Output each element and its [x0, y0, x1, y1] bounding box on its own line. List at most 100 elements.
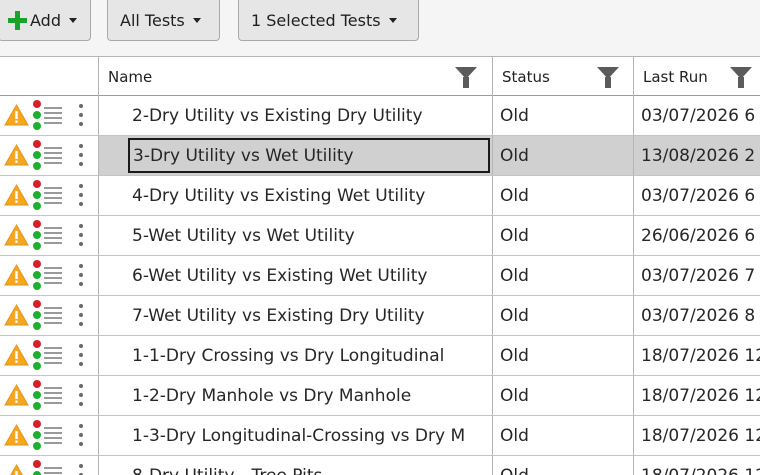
test-name-editor[interactable]: 3-Dry Utility vs Wet Utility	[128, 138, 490, 173]
table-row[interactable]: 8-Dry Utility - Tree Pits Old 18/07/2026…	[0, 456, 760, 475]
table-row[interactable]: 2-Dry Utility vs Existing Dry Utility Ol…	[0, 96, 760, 136]
more-options-icon[interactable]	[79, 104, 84, 128]
selected-tests-dropdown[interactable]: 1 Selected Tests	[238, 0, 419, 41]
status-column-header[interactable]: Status	[493, 57, 634, 96]
last-run-cell: 18/07/2026 12	[641, 425, 760, 446]
status-cell: Old	[493, 376, 634, 415]
warning-icon	[4, 144, 29, 166]
filter-icon[interactable]	[730, 67, 752, 89]
warning-icon	[4, 384, 29, 406]
table-row[interactable]: 4-Dry Utility vs Existing Wet Utility Ol…	[0, 176, 760, 216]
status-cell: Old	[493, 416, 634, 455]
more-options-icon[interactable]	[79, 224, 84, 248]
row-icons-cell	[0, 96, 99, 135]
row-icons-cell	[0, 216, 99, 255]
test-name-cell[interactable]: 6-Wet Utility vs Existing Wet Utility	[99, 256, 493, 295]
status-lights-icon	[33, 260, 41, 290]
status-lights-icon	[33, 100, 41, 130]
chevron-down-icon	[68, 17, 77, 23]
status-column-label: Status	[502, 67, 550, 86]
name-column-label: Name	[108, 67, 153, 86]
table-row[interactable]: 3-Dry Utility vs Wet Utility Old 13/08/2…	[0, 136, 760, 176]
last-run-cell: 18/07/2026 12	[641, 345, 760, 366]
last-run-column-header[interactable]: Last Run	[634, 57, 760, 96]
add-button[interactable]: Add	[0, 0, 91, 41]
test-name-cell[interactable]: 4-Dry Utility vs Existing Wet Utility	[99, 176, 493, 215]
more-options-icon[interactable]	[79, 144, 84, 168]
test-name-cell[interactable]: 1-1-Dry Crossing vs Dry Longitudinal	[99, 336, 493, 375]
more-options-icon[interactable]	[79, 384, 84, 408]
table-row[interactable]: 1-2-Dry Manhole vs Dry Manhole Old 18/07…	[0, 376, 760, 416]
table-row[interactable]: 7-Wet Utility vs Existing Dry Utility Ol…	[0, 296, 760, 336]
table-row[interactable]: 5-Wet Utility vs Wet Utility Old 26/06/2…	[0, 216, 760, 256]
chevron-down-icon	[192, 17, 201, 23]
table-row[interactable]: 1-1-Dry Crossing vs Dry Longitudinal Old…	[0, 336, 760, 376]
row-icons-cell	[0, 176, 99, 215]
last-run-cell: 03/07/2026 6	[641, 105, 756, 126]
status-cell: Old	[493, 256, 634, 295]
list-icon	[44, 347, 62, 365]
status-cell: Old	[493, 216, 634, 255]
test-name-cell[interactable]: 8-Dry Utility - Tree Pits	[99, 456, 493, 475]
filter-icon[interactable]	[455, 67, 477, 89]
test-filter-dropdown[interactable]: All Tests	[107, 0, 220, 41]
warning-icon	[4, 224, 29, 246]
table-row[interactable]: 1-3-Dry Longitudinal-Crossing vs Dry M O…	[0, 416, 760, 456]
list-icon	[44, 307, 62, 325]
warning-icon	[4, 264, 29, 286]
status-lights-icon	[33, 300, 41, 330]
row-icons-cell	[0, 336, 99, 375]
status-cell: Old	[493, 136, 634, 175]
status-cell: Old	[493, 456, 634, 475]
more-options-icon[interactable]	[79, 464, 84, 475]
test-name-cell[interactable]: 1-3-Dry Longitudinal-Crossing vs Dry M	[99, 416, 493, 455]
more-options-icon[interactable]	[79, 304, 84, 328]
more-options-icon[interactable]	[79, 264, 84, 288]
list-icon	[44, 427, 62, 445]
status-lights-icon	[33, 460, 41, 475]
last-run-cell: 03/07/2026 7	[641, 265, 756, 286]
last-run-cell: 13/08/2026 2	[634, 136, 760, 175]
list-icon	[44, 267, 62, 285]
list-icon	[44, 187, 62, 205]
table-row[interactable]: 6-Wet Utility vs Existing Wet Utility Ol…	[0, 256, 760, 296]
plus-icon	[8, 10, 27, 30]
status-lights-icon	[33, 340, 41, 370]
test-name-cell[interactable]: 3-Dry Utility vs Wet Utility	[99, 136, 493, 175]
test-name-cell[interactable]: 2-Dry Utility vs Existing Dry Utility	[99, 96, 493, 135]
warning-icon	[4, 344, 29, 366]
list-icon	[44, 107, 62, 125]
last-run-cell: 03/07/2026 6	[641, 185, 756, 206]
status-lights-icon	[33, 140, 41, 170]
test-name-cell[interactable]: 7-Wet Utility vs Existing Dry Utility	[99, 296, 493, 335]
warning-icon	[10, 464, 23, 475]
filter-icon[interactable]	[597, 67, 619, 89]
row-icons-cell	[0, 456, 99, 475]
add-button-label: Add	[30, 10, 61, 30]
row-icons-cell	[0, 296, 99, 335]
grid-header: Name Status Last Run	[0, 57, 760, 96]
row-icons-cell	[0, 376, 99, 415]
status-lights-icon	[33, 420, 41, 450]
last-run-cell: 03/07/2026 8	[641, 305, 756, 326]
name-column-header[interactable]: Name	[99, 57, 493, 96]
last-run-cell: 26/06/2026 6	[641, 225, 756, 246]
row-icons-cell	[0, 416, 99, 455]
test-filter-label: All Tests	[120, 10, 185, 30]
last-run-cell: 18/07/2026 12	[634, 456, 760, 475]
status-lights-icon	[33, 180, 41, 210]
more-options-icon[interactable]	[79, 344, 84, 368]
test-name-cell[interactable]: 1-2-Dry Manhole vs Dry Manhole	[99, 376, 493, 415]
more-options-icon[interactable]	[79, 424, 84, 448]
status-cell: Old	[493, 296, 634, 335]
list-icon	[44, 147, 62, 165]
list-icon	[44, 387, 62, 405]
row-icons-cell	[0, 256, 99, 295]
more-options-icon[interactable]	[79, 184, 84, 208]
status-cell: Old	[493, 176, 634, 215]
list-icon	[44, 467, 62, 475]
test-name-cell[interactable]: 5-Wet Utility vs Wet Utility	[99, 216, 493, 255]
status-lights-icon	[33, 380, 41, 410]
chevron-down-icon	[388, 17, 397, 23]
status-lights-icon	[33, 220, 41, 250]
